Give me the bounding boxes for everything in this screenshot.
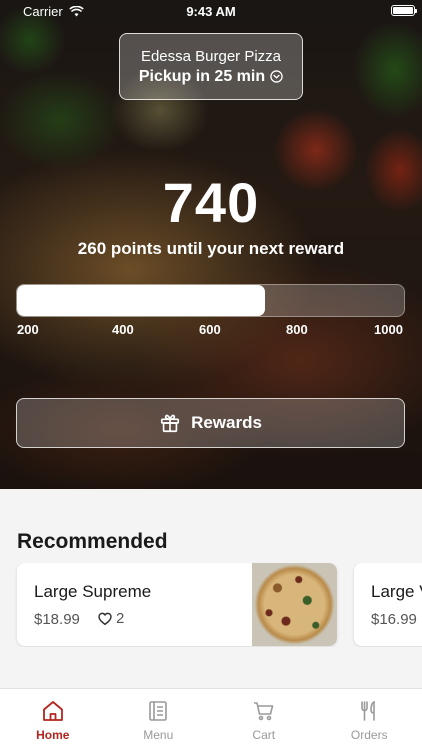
store-name: Edessa Burger Pizza: [140, 47, 282, 65]
recommended-card[interactable]: Large Supreme $18.99 2: [17, 563, 337, 646]
item-likes[interactable]: 2: [97, 610, 124, 627]
tab-bar: Home Menu Cart Orders: [0, 688, 422, 750]
item-price: $16.99: [371, 611, 417, 628]
progress-tick: 1000: [374, 322, 403, 337]
recommended-card[interactable]: Large V $16.99: [354, 563, 422, 646]
progress-tick: 800: [286, 322, 308, 337]
item-name: Large V: [371, 582, 422, 601]
points-progress-fill: [17, 285, 265, 316]
hero-banner: Carrier 9:43 AM Edessa Burger Pizza Pick…: [0, 0, 422, 489]
gift-icon: [160, 414, 180, 433]
pizza-image: [252, 563, 337, 646]
rewards-button[interactable]: Rewards: [16, 398, 405, 448]
menu-icon: [149, 701, 168, 721]
tab-menu[interactable]: Menu: [106, 689, 212, 750]
tab-label: Menu: [143, 728, 174, 742]
item-likes-count: 2: [116, 610, 125, 627]
tab-orders[interactable]: Orders: [317, 689, 422, 750]
progress-tick: 200: [17, 322, 39, 337]
tab-label: Cart: [252, 728, 276, 742]
status-time: 9:43 AM: [186, 4, 236, 19]
progress-tick: 600: [199, 322, 221, 337]
tab-label: Orders: [350, 728, 388, 742]
item-name: Large Supreme: [34, 582, 152, 601]
tab-label: Home: [36, 728, 70, 742]
orders-icon: [361, 700, 376, 721]
tab-cart[interactable]: Cart: [211, 689, 317, 750]
points-value: 740: [162, 171, 260, 234]
heart-icon: [98, 612, 112, 625]
recommended-title: Recommended: [17, 530, 168, 553]
chevron-down-circle-icon: [270, 70, 283, 83]
tab-home[interactable]: Home: [0, 689, 106, 750]
pickup-label: Pickup in 25 min: [138, 67, 266, 85]
progress-tick: 400: [112, 322, 134, 337]
points-caption: 260 points until your next reward: [77, 239, 345, 258]
rewards-button-label: Rewards: [191, 413, 262, 432]
store-selector[interactable]: Edessa Burger Pizza Pickup in 25 min: [119, 33, 303, 100]
item-price: $18.99: [34, 611, 80, 628]
pickup-time: Pickup in 25 min: [139, 68, 283, 86]
battery-icon: [391, 5, 417, 16]
home-icon: [42, 701, 63, 721]
cart-icon: [253, 702, 274, 721]
points-progress-bar: [16, 284, 405, 317]
recommended-carousel[interactable]: Large Supreme $18.99 2 Large V $16.99: [0, 563, 422, 647]
